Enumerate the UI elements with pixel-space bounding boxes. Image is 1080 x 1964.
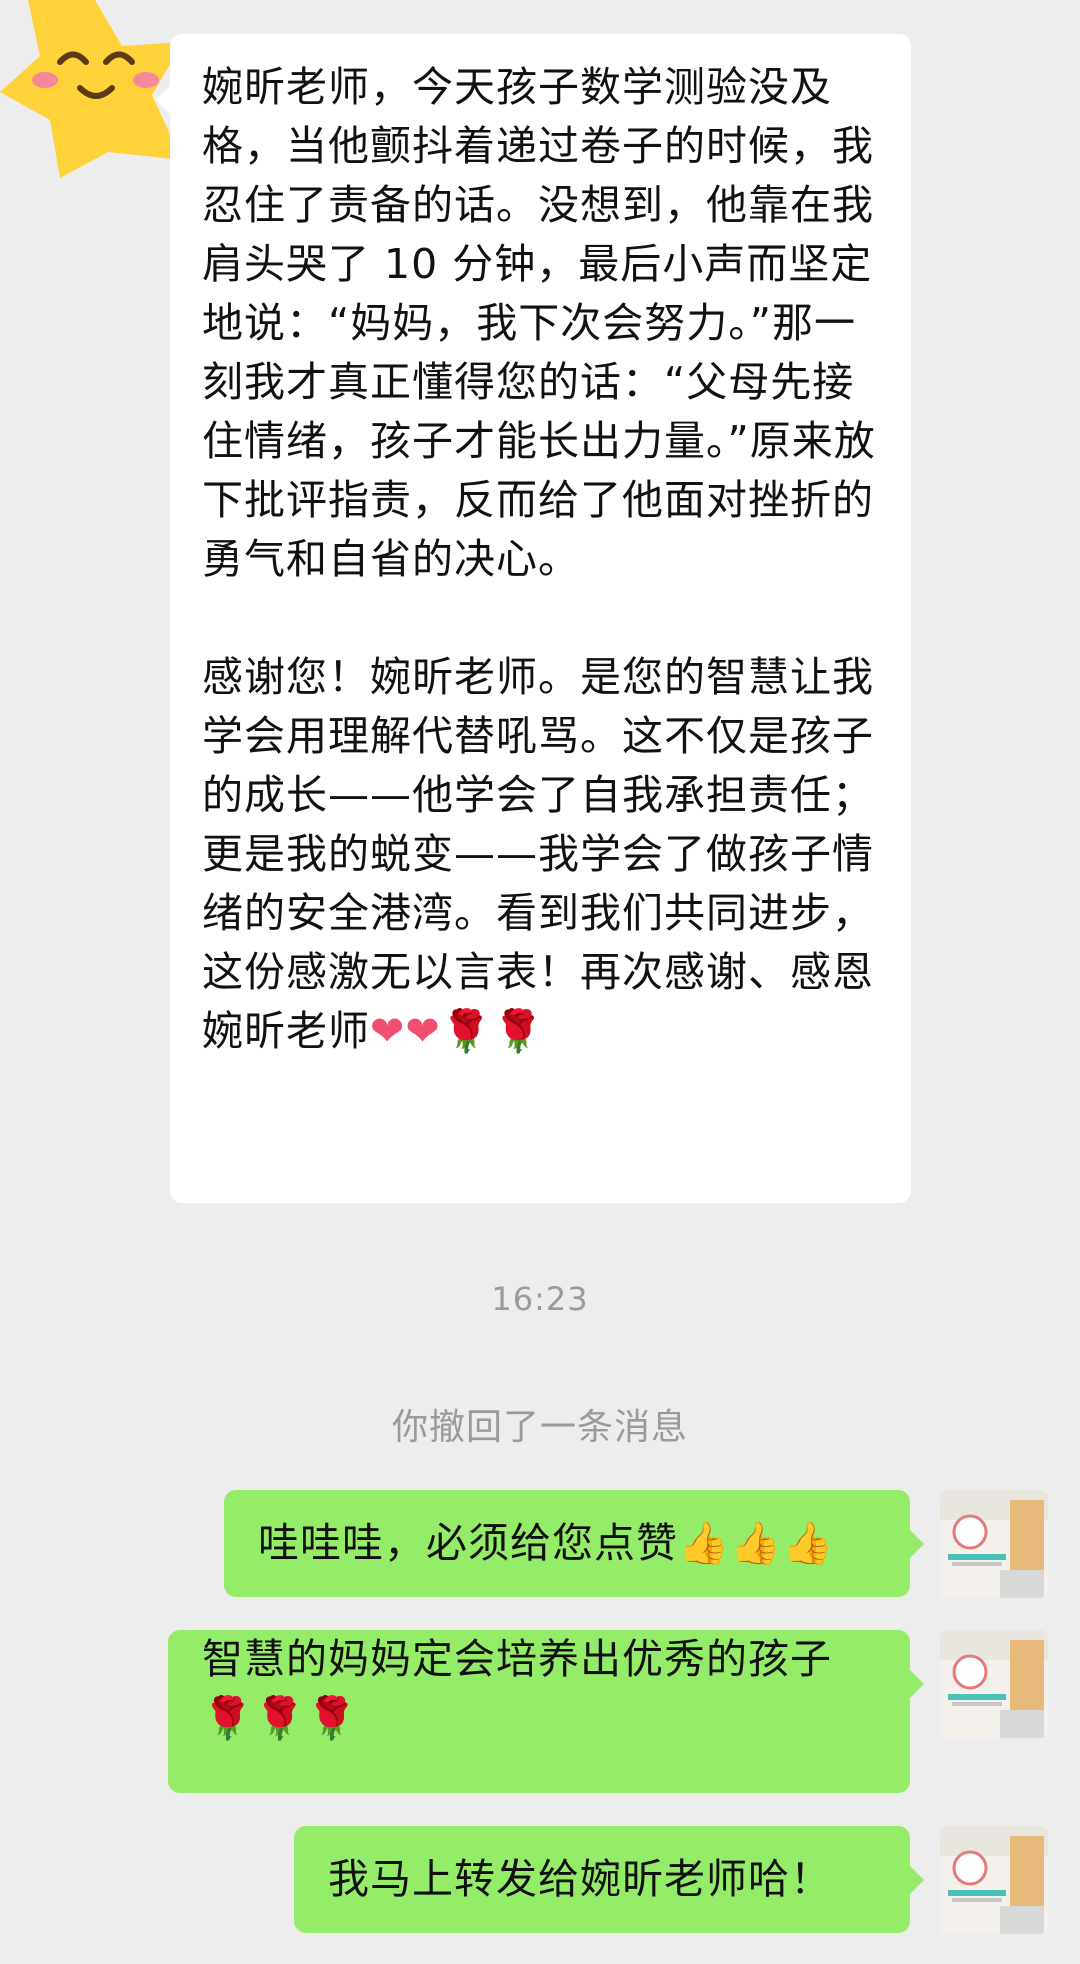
outgoing-message-text: 我马上转发给婉昕老师哈！ xyxy=(328,1855,832,1903)
outgoing-message-text: 智慧的妈妈定会培养出优秀的孩子 xyxy=(202,1635,832,1683)
my-avatar[interactable] xyxy=(940,1490,1048,1598)
time-divider: 16:23 xyxy=(491,1280,589,1318)
outgoing-message-bubble[interactable]: 哇哇哇，必须给您点赞👍👍👍 xyxy=(224,1490,924,1597)
my-avatar[interactable] xyxy=(940,1630,1048,1738)
heart-rose-emoji-icon: ❤❤🌹🌹 xyxy=(370,1007,545,1055)
storefront-avatar-icon xyxy=(940,1630,1048,1738)
outgoing-message-text: 哇哇哇，必须给您点赞 xyxy=(258,1519,678,1567)
outgoing-message-bubble[interactable]: 我马上转发给婉昕老师哈！ xyxy=(294,1826,924,1933)
storefront-avatar-icon xyxy=(940,1490,1048,1598)
incoming-paragraph-2: 感谢您！婉昕老师。是您的智慧让我学会用理解代替吼骂。这不仅是孩子的成长——他学会… xyxy=(202,648,883,1061)
thumbs-up-emoji-icon: 👍👍👍 xyxy=(678,1519,835,1567)
recall-notice: 你撤回了一条消息 xyxy=(391,1407,688,1448)
my-avatar[interactable] xyxy=(940,1826,1048,1934)
chat-view[interactable]: 婉昕老师，今天孩子数学测验没及格，当他颤抖着递过卷子的时候，我忍住了责备的话。没… xyxy=(0,0,1080,1964)
incoming-paragraph-1: 婉昕老师，今天孩子数学测验没及格，当他颤抖着递过卷子的时候，我忍住了责备的话。没… xyxy=(202,63,876,583)
rose-emoji-icon: 🌹🌹🌹 xyxy=(202,1694,359,1742)
incoming-message-bubble[interactable]: 婉昕老师，今天孩子数学测验没及格，当他颤抖着递过卷子的时候，我忍住了责备的话。没… xyxy=(156,34,911,1203)
incoming-paragraph-2-text: 感谢您！婉昕老师。是您的智慧让我学会用理解代替吼骂。这不仅是孩子的成长——他学会… xyxy=(202,653,874,1055)
storefront-avatar-icon xyxy=(940,1826,1048,1934)
outgoing-message-bubble[interactable]: 智慧的妈妈定会培养出优秀的孩子 🌹🌹🌹 xyxy=(168,1630,924,1793)
